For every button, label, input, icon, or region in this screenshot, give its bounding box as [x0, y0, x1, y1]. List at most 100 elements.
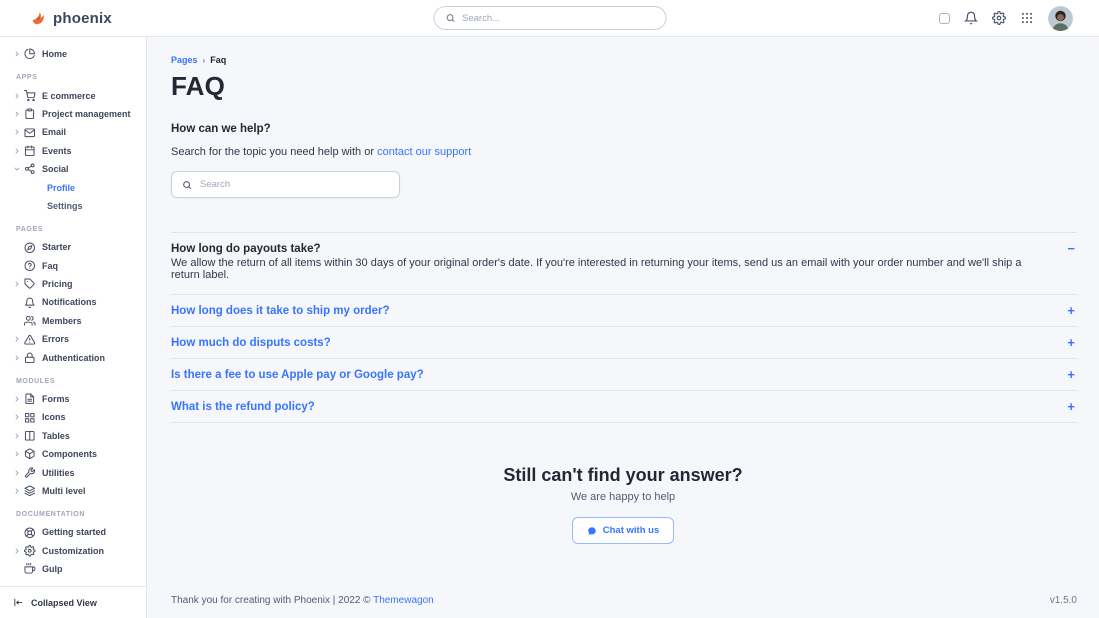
top-navbar: phoenix — [0, 0, 1099, 37]
faq-answer: We allow the return of all items within … — [171, 257, 1077, 294]
chevron-right-icon — [14, 451, 24, 457]
compass-icon — [24, 241, 36, 253]
settings-icon — [24, 545, 36, 557]
collapsed-view-label: Collapsed View — [31, 598, 97, 608]
search-icon — [445, 13, 455, 23]
sidebar-item-email[interactable]: Email — [0, 123, 146, 141]
chevron-right-icon — [14, 433, 24, 439]
faq-question-5[interactable]: What is the refund policy? + — [171, 391, 1077, 422]
contact-support-link[interactable]: contact our support — [377, 146, 471, 158]
help-text-prefix: Search for the topic you need help with … — [171, 146, 377, 158]
faq-question-text: How much do disputs costs? — [171, 337, 331, 349]
sidebar-item-label: Members — [42, 316, 82, 326]
sidebar-item-project-management[interactable]: Project management — [0, 105, 146, 123]
sidebar-item-label: Forms — [42, 394, 70, 404]
search-icon — [182, 180, 192, 190]
footer: Thank you for creating with Phoenix | 20… — [171, 595, 1077, 606]
faq-item: How long do payouts take? − We allow the r… — [171, 233, 1077, 295]
sidebar-item-notifications[interactable]: Notifications — [0, 293, 146, 311]
sidebar-item-label: Tables — [42, 431, 70, 441]
sidebar-item-label: E commerce — [42, 91, 96, 101]
sidebar-item-multi-level[interactable]: Multi level — [0, 482, 146, 500]
sidebar-item-getting-started[interactable]: Getting started — [0, 523, 146, 541]
user-avatar[interactable] — [1048, 6, 1073, 31]
calendar-icon — [24, 145, 36, 157]
sidebar-item-pricing[interactable]: Pricing — [0, 275, 146, 293]
cta-section: Still can't find your answer? We are hap… — [147, 465, 1099, 544]
faq-question-3[interactable]: How much do disputs costs? + — [171, 327, 1077, 358]
chevron-right-icon — [14, 488, 24, 494]
sidebar-item-members[interactable]: Members — [0, 312, 146, 330]
sidebar-nav: HomeAPPSE commerceProject managementEmai… — [0, 37, 146, 586]
chevron-right-icon — [14, 396, 24, 402]
apps-grid-icon[interactable] — [1020, 11, 1034, 25]
phoenix-logo[interactable]: phoenix — [30, 10, 112, 27]
faq-item: What is the refund policy? + — [171, 391, 1077, 423]
pie-chart-icon — [24, 48, 36, 60]
chat-button-label: Chat with us — [603, 525, 659, 536]
navbar-actions — [939, 6, 1073, 31]
faq-question-text: How long do payouts take? — [171, 243, 321, 255]
help-circle-icon — [24, 260, 36, 272]
global-search[interactable] — [433, 6, 666, 30]
faq-search-input[interactable] — [200, 179, 389, 190]
faq-question-1[interactable]: How long do payouts take? − — [171, 233, 1077, 257]
sidebar-item-forms[interactable]: Forms — [0, 390, 146, 408]
settings-gear-icon[interactable] — [992, 11, 1006, 25]
share-2-icon — [24, 163, 36, 175]
chat-with-us-button[interactable]: Chat with us — [572, 517, 674, 544]
chevron-right-icon — [14, 470, 24, 476]
alert-triangle-icon — [24, 333, 36, 345]
coffee-icon — [24, 563, 36, 575]
sidebar-item-events[interactable]: Events — [0, 142, 146, 160]
sidebar-item-faq[interactable]: Faq — [0, 257, 146, 275]
sidebar-subitem-settings[interactable]: Settings — [0, 197, 146, 215]
sidebar-item-e-commerce[interactable]: E commerce — [0, 86, 146, 104]
faq-question-4[interactable]: Is there a fee to use Apple pay or Googl… — [171, 359, 1077, 390]
collapse-minus-icon[interactable]: − — [1067, 242, 1075, 255]
expand-plus-icon[interactable]: + — [1067, 336, 1075, 349]
global-search-input[interactable] — [462, 13, 654, 24]
sidebar-item-icons[interactable]: Icons — [0, 408, 146, 426]
chevron-right-icon — [14, 281, 24, 287]
section-label-pages: PAGES — [0, 215, 146, 238]
expand-plus-icon[interactable]: + — [1067, 304, 1075, 317]
breadcrumb-pages-link[interactable]: Pages — [171, 55, 198, 65]
chevron-right-icon — [14, 129, 24, 135]
sidebar-item-gulp[interactable]: Gulp — [0, 560, 146, 578]
sidebar-item-label: Starter — [42, 242, 71, 252]
cta-title: Still can't find your answer? — [147, 465, 1099, 486]
sidebar-item-customization[interactable]: Customization — [0, 542, 146, 560]
breadcrumb-separator: › — [203, 56, 206, 65]
faq-item: Is there a fee to use Apple pay or Googl… — [171, 359, 1077, 391]
faq-accordion: How long do payouts take? − We allow the r… — [171, 232, 1077, 423]
faq-question-2[interactable]: How long does it take to ship my order? + — [171, 295, 1077, 326]
sidebar-item-components[interactable]: Components — [0, 445, 146, 463]
faq-question-text: How long does it take to ship my order? — [171, 305, 390, 317]
sidebar-item-label: Utilities — [42, 468, 75, 478]
sidebar-item-label: Email — [42, 127, 66, 137]
sidebar-subitem-profile[interactable]: Profile — [0, 178, 146, 196]
chevron-right-icon — [14, 51, 24, 57]
footer-credit: Thank you for creating with Phoenix | 20… — [171, 595, 434, 606]
notifications-bell-icon[interactable] — [964, 11, 978, 25]
expand-plus-icon[interactable]: + — [1067, 368, 1075, 381]
faq-search[interactable] — [171, 171, 400, 198]
collapse-arrow-icon — [13, 597, 24, 608]
cta-subtitle: We are happy to help — [147, 491, 1099, 503]
sidebar-item-errors[interactable]: Errors — [0, 330, 146, 348]
sidebar-item-utilities[interactable]: Utilities — [0, 463, 146, 481]
sidebar-item-social[interactable]: Social — [0, 160, 146, 178]
collapsed-view-toggle[interactable]: Collapsed View — [0, 586, 146, 618]
sidebar-item-authentication[interactable]: Authentication — [0, 348, 146, 366]
theme-toggle[interactable] — [939, 13, 950, 24]
sidebar-item-starter[interactable]: Starter — [0, 238, 146, 256]
users-icon — [24, 315, 36, 327]
sidebar-item-label: Getting started — [42, 527, 106, 537]
sidebar-item-tables[interactable]: Tables — [0, 427, 146, 445]
sidebar-item-home[interactable]: Home — [0, 45, 146, 63]
chevron-right-icon — [14, 414, 24, 420]
themewagon-link[interactable]: Themewagon — [373, 595, 434, 606]
faq-question-text: What is the refund policy? — [171, 401, 315, 413]
expand-plus-icon[interactable]: + — [1067, 400, 1075, 413]
